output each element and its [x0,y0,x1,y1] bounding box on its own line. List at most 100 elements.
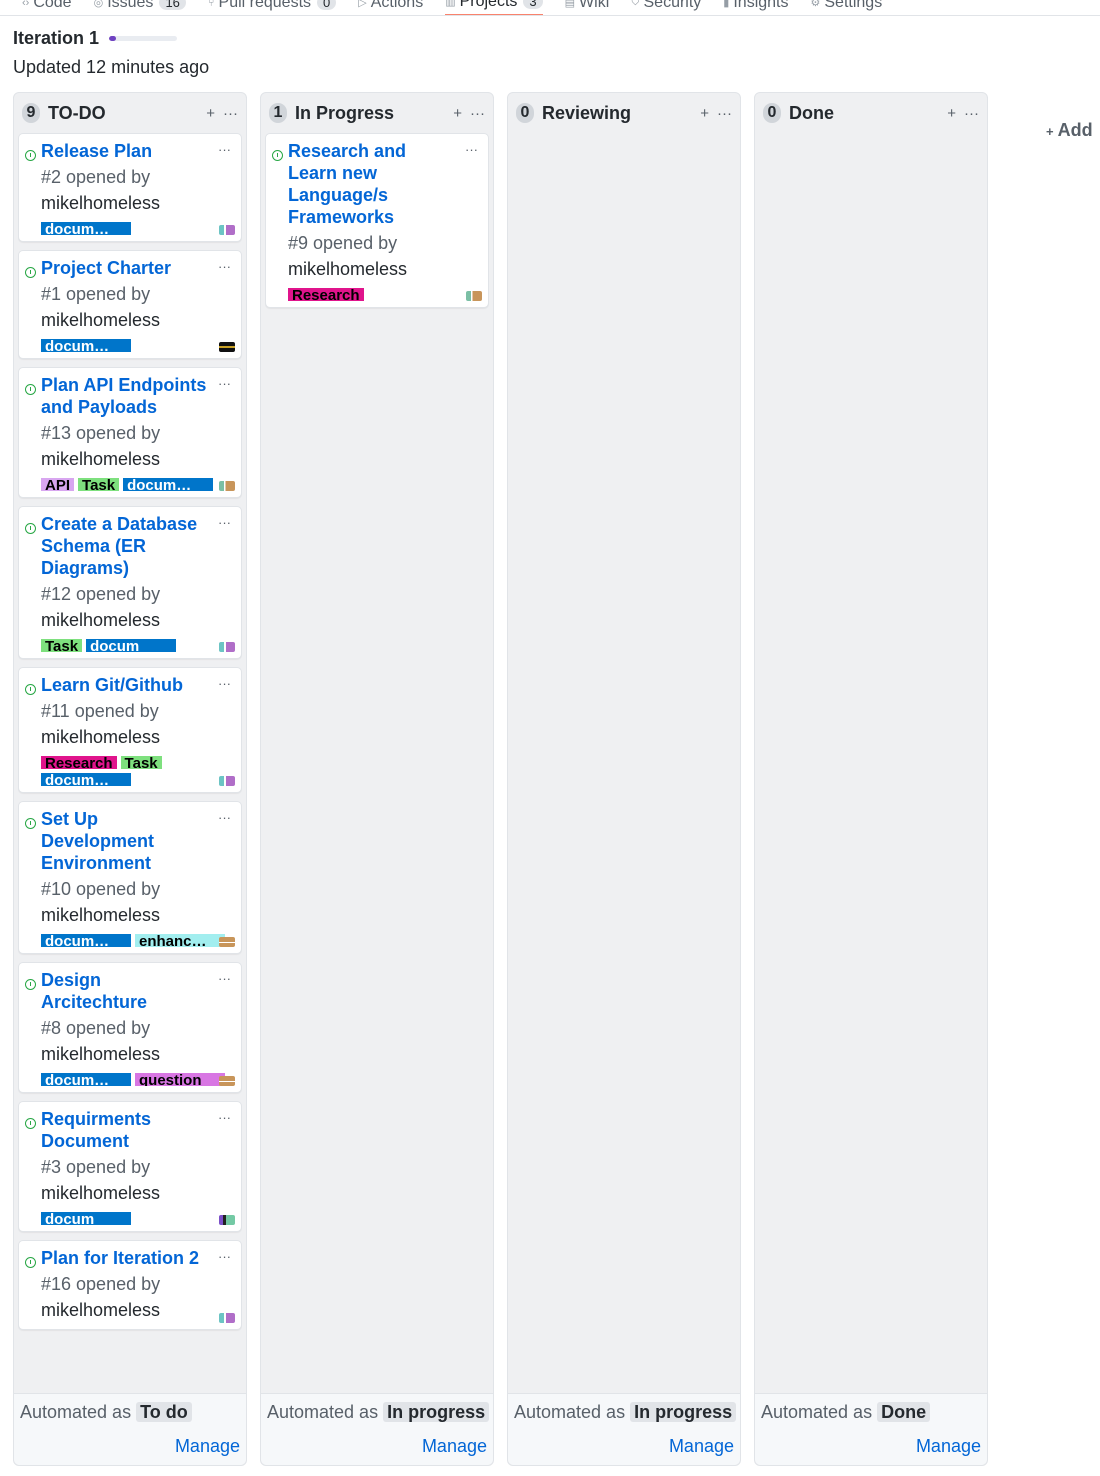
gear-icon: ⚙ [810,0,821,9]
add-card-plus-icon[interactable]: + [700,105,709,122]
assignee-avatar[interactable] [219,481,235,491]
add-card-plus-icon[interactable]: + [453,105,462,122]
issue-label[interactable]: Task [78,478,120,491]
tab-label: Wiki [579,0,610,11]
issue-author[interactable]: mikelhomeless [41,724,233,750]
issue-title-link[interactable]: Plan API Endpoints and Payloads [41,374,233,418]
column-menu-ellipsis-icon[interactable]: ··· [717,105,732,122]
tab-counter: 16 [159,0,186,10]
issue-title-link[interactable]: Learn Git/Github [41,674,233,696]
issue-label[interactable]: Research [41,756,117,769]
card-menu-ellipsis-icon[interactable]: ··· [218,142,231,157]
issue-title-link[interactable]: Research and Learn new Language/s Framew… [288,140,480,228]
issue-label[interactable]: Research [288,288,364,301]
updated-timestamp: Updated 12 minutes ago [13,57,210,77]
project-progress-bar [109,36,178,41]
assignee-avatar[interactable] [219,225,235,235]
column-menu-ellipsis-icon[interactable]: ··· [470,105,485,122]
issue-label[interactable]: API [41,478,75,491]
open-issue-icon [25,384,36,395]
issue-label[interactable]: Task [120,756,162,769]
issue-label[interactable]: docum… [123,478,214,491]
assignee-avatar[interactable] [219,776,235,786]
issue-author[interactable]: mikelhomeless [41,1297,233,1323]
manage-automation-link[interactable]: Manage [916,1436,981,1457]
issue-label[interactable]: docum… [41,773,131,786]
column-card-count: 9 [22,103,40,123]
card-menu-ellipsis-icon[interactable]: ··· [218,810,231,825]
issue-label[interactable]: docum… [41,934,131,947]
issue-label[interactable]: docum… [41,222,131,235]
issue-title-link[interactable]: Plan for Iteration 2 [41,1247,233,1269]
tab-actions[interactable]: ▷ Actions [358,0,423,15]
issue-card[interactable]: ··· Learn Git/Github #11 opened by mikelhom… [18,667,242,793]
column-menu-ellipsis-icon[interactable]: ··· [223,105,238,122]
issue-author[interactable]: mikelhomeless [41,307,233,333]
tab-insights[interactable]: ▮ Insights [723,0,788,15]
manage-automation-link[interactable]: Manage [175,1436,240,1457]
issue-author[interactable]: mikelhomeless [41,1180,233,1206]
assignee-avatar[interactable] [219,642,235,652]
issue-author[interactable]: mikelhomeless [41,607,233,633]
open-issue-icon [25,684,36,695]
issue-card[interactable]: ··· Research and Learn new Language/s Fra… [265,133,489,308]
tab-projects[interactable]: ▥ Projects 3 [445,0,543,15]
issue-author[interactable]: mikelhomeless [41,1041,233,1067]
add-column-button[interactable]: + Add [1046,120,1093,141]
card-menu-ellipsis-icon[interactable]: ··· [465,142,478,157]
issue-card[interactable]: ··· Plan for Iteration 2 #16 opened by mike… [18,1240,242,1330]
issue-title-link[interactable]: Release Plan [41,140,233,162]
issue-card[interactable]: ··· Requirments Document #3 opened by mikel… [18,1101,242,1232]
issue-card[interactable]: ··· Project Charter #1 opened by mikelhomel… [18,250,242,359]
issue-author[interactable]: mikelhomeless [288,256,480,282]
issue-card[interactable]: ··· Design Arcitechture #8 opened by mikelh… [18,962,242,1093]
add-card-plus-icon[interactable]: + [947,105,956,122]
assignee-avatar[interactable] [219,1215,235,1225]
column-menu-ellipsis-icon[interactable]: ··· [964,105,979,122]
manage-automation-link[interactable]: Manage [669,1436,734,1457]
manage-automation-link[interactable]: Manage [422,1436,487,1457]
issue-label[interactable]: docum… [41,339,131,352]
tab-pull-requests[interactable]: ⑂ Pull requests 0 [208,0,337,15]
issue-label[interactable]: enhanc… [135,934,225,947]
issue-title-link[interactable]: Set Up Development Environment [41,808,233,874]
card-menu-ellipsis-icon[interactable]: ··· [218,1110,231,1125]
add-column-label: Add [1057,120,1093,140]
tab-security[interactable]: ⛉ Security [631,0,701,15]
issue-author[interactable]: mikelhomeless [41,190,233,216]
issue-author[interactable]: mikelhomeless [41,902,233,928]
issue-label[interactable]: question [135,1073,225,1086]
issue-author[interactable]: mikelhomeless [41,446,233,472]
card-menu-ellipsis-icon[interactable]: ··· [218,971,231,986]
column-cards [512,133,736,1393]
issue-card[interactable]: ··· Create a Database Schema (ER Diagrams… [18,506,242,659]
issue-title-link[interactable]: Design Arcitechture [41,969,233,1013]
issue-card[interactable]: ··· Plan API Endpoints and Payloads #13 op… [18,367,242,498]
tab-settings[interactable]: ⚙ Settings [810,0,883,15]
card-menu-ellipsis-icon[interactable]: ··· [218,676,231,691]
tab-issues[interactable]: ◎ Issues 16 [94,0,186,15]
card-menu-ellipsis-icon[interactable]: ··· [218,259,231,274]
card-menu-ellipsis-icon[interactable]: ··· [218,515,231,530]
assignee-avatar[interactable] [219,937,235,947]
issue-card[interactable]: ··· Set Up Development Environment #10 ope… [18,801,242,954]
issue-title-link[interactable]: Create a Database Schema (ER Diagrams) [41,513,233,579]
assignee-avatar[interactable] [219,1313,235,1323]
assignee-avatar[interactable] [219,1076,235,1086]
tab-wiki[interactable]: ▤ Wiki [565,0,610,15]
issue-label[interactable]: docum [86,639,177,652]
issue-card[interactable]: ··· Release Plan #2 opened by mikelhomeless… [18,133,242,242]
issue-label[interactable]: Task [41,639,83,652]
tab-code[interactable]: ‹› Code [22,0,72,15]
assignee-avatar[interactable] [466,291,482,301]
assignee-avatar[interactable] [219,342,235,352]
issue-labels: API Task docum… [41,478,233,491]
issue-title-link[interactable]: Project Charter [41,257,233,279]
issue-label[interactable]: docum [41,1212,131,1225]
issue-title-link[interactable]: Requirments Document [41,1108,233,1152]
card-menu-ellipsis-icon[interactable]: ··· [218,376,231,391]
issue-label[interactable]: docum… [41,1073,131,1086]
card-menu-ellipsis-icon[interactable]: ··· [218,1249,231,1264]
add-card-plus-icon[interactable]: + [206,105,215,122]
automation-preset: In progress [383,1402,490,1422]
